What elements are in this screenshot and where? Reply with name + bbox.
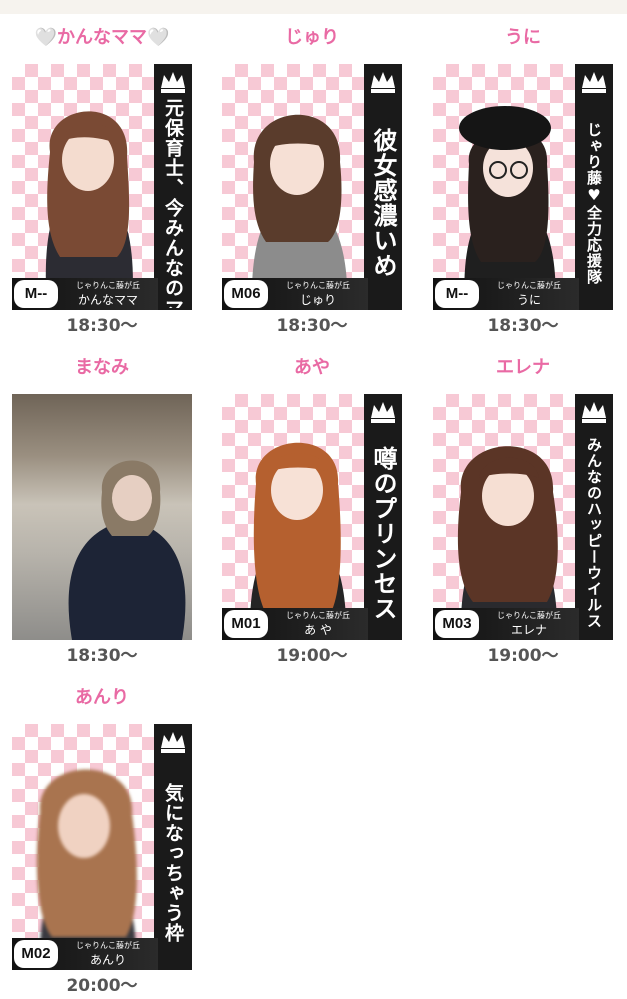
cast-code-badge: M01 [224, 610, 268, 638]
cast-name[interactable]: エレナ [433, 354, 613, 382]
catchphrase: 噂のプリンセス [369, 445, 397, 621]
cast-photo[interactable]: 気になっちゃう枠 M02 じゃりんこ藤が丘 あんり [12, 724, 192, 970]
catchphrase: 彼女感濃いめ [369, 128, 397, 278]
cast-code-badge: M-- [14, 280, 58, 308]
cast-portrait [251, 114, 348, 310]
catchphrase-band: じゃり藤♥全力応援隊 [575, 64, 613, 310]
cast-photo[interactable] [12, 394, 192, 640]
start-time: 18:30〜 [276, 316, 348, 336]
catchphrase-band: 元保育士、今みんなのママ [154, 64, 192, 310]
name-tag-bar: M02 じゃりんこ藤が丘 あんり [12, 938, 158, 970]
tag-cast-name: あ や [304, 623, 332, 637]
cast-portrait [36, 769, 137, 970]
cast-name[interactable]: うに [433, 24, 613, 52]
start-time: 18:30〜 [66, 646, 138, 666]
cast-portrait [459, 106, 556, 310]
shop-name: じゃりんこ藤が丘 [497, 281, 561, 290]
start-time: 18:30〜 [66, 316, 138, 336]
cast-portrait [45, 111, 133, 310]
top-strip [0, 0, 627, 14]
name-tag-bar: M06 じゃりんこ藤が丘 じゅり [222, 278, 368, 310]
catchphrase-band: 噂のプリンセス [364, 394, 402, 640]
cast-code-badge: M03 [435, 610, 479, 638]
tag-cast-name: あんり [89, 953, 126, 967]
catchphrase: 元保育士、今みんなのママ [162, 98, 184, 308]
cast-code-badge: M06 [224, 280, 268, 308]
cast-photo[interactable]: 元保育士、今みんなのママ M-- じゃりんこ藤が丘 かんなママ [12, 64, 192, 310]
crown-crest-icon [161, 732, 185, 753]
cast-name[interactable]: あんり [12, 684, 192, 712]
shop-name: じゃりんこ藤が丘 [76, 281, 140, 290]
start-time: 19:00〜 [276, 646, 348, 666]
tag-cast-name: かんなママ [77, 293, 138, 307]
name-tag-bar: M01 じゃりんこ藤が丘 あ や [222, 608, 368, 640]
cast-name[interactable]: じゅり [222, 24, 402, 52]
cast-portrait [68, 460, 186, 640]
catchphrase: みんなのハッピーウイルス [585, 437, 603, 629]
start-time: 19:00〜 [487, 646, 559, 666]
start-time: 20:00〜 [66, 976, 138, 996]
crown-crest-icon [371, 402, 395, 423]
tag-cast-name: うに [516, 293, 541, 307]
cast-code-badge: M02 [14, 940, 58, 968]
cast-photo[interactable]: 噂のプリンセス M01 じゃりんこ藤が丘 あ や [222, 394, 402, 640]
name-tag-bar: M-- じゃりんこ藤が丘 うに [433, 278, 579, 310]
shop-name: じゃりんこ藤が丘 [497, 611, 561, 620]
cast-photo[interactable]: じゃり藤♥全力応援隊 M-- じゃりんこ藤が丘 うに [433, 64, 613, 310]
crown-crest-icon [582, 402, 606, 423]
tag-cast-name: エレナ [510, 623, 547, 637]
catchphrase-band: 気になっちゃう枠 [154, 724, 192, 970]
tag-cast-name: じゅり [299, 293, 336, 307]
cast-photo[interactable]: みんなのハッピーウイルス M03 じゃりんこ藤が丘 エレナ [433, 394, 613, 640]
cast-code-badge: M-- [435, 280, 479, 308]
cast-photo[interactable]: 彼女感濃いめ M06 じゃりんこ藤が丘 じゅり [222, 64, 402, 310]
crown-crest-icon [582, 72, 606, 93]
cast-portrait [457, 446, 558, 640]
crown-crest-icon [161, 72, 185, 93]
catchphrase-band: 彼女感濃いめ [364, 64, 402, 310]
shop-name: じゃりんこ藤が丘 [286, 281, 350, 290]
cast-name[interactable]: まなみ [12, 354, 192, 382]
catchphrase: じゃり藤♥全力応援隊 [585, 121, 603, 285]
cast-portrait [249, 442, 347, 640]
catchphrase: 気になっちゃう枠 [162, 783, 184, 943]
cast-name[interactable]: あや [222, 354, 402, 382]
shop-name: じゃりんこ藤が丘 [286, 611, 350, 620]
shop-name: じゃりんこ藤が丘 [76, 941, 140, 950]
crown-crest-icon [371, 72, 395, 93]
catchphrase-band: みんなのハッピーウイルス [575, 394, 613, 640]
name-tag-bar: M03 じゃりんこ藤が丘 エレナ [433, 608, 579, 640]
cast-name[interactable]: 🤍かんなママ🤍 [12, 24, 192, 52]
name-tag-bar: M-- じゃりんこ藤が丘 かんなママ [12, 278, 158, 310]
start-time: 18:30〜 [487, 316, 559, 336]
